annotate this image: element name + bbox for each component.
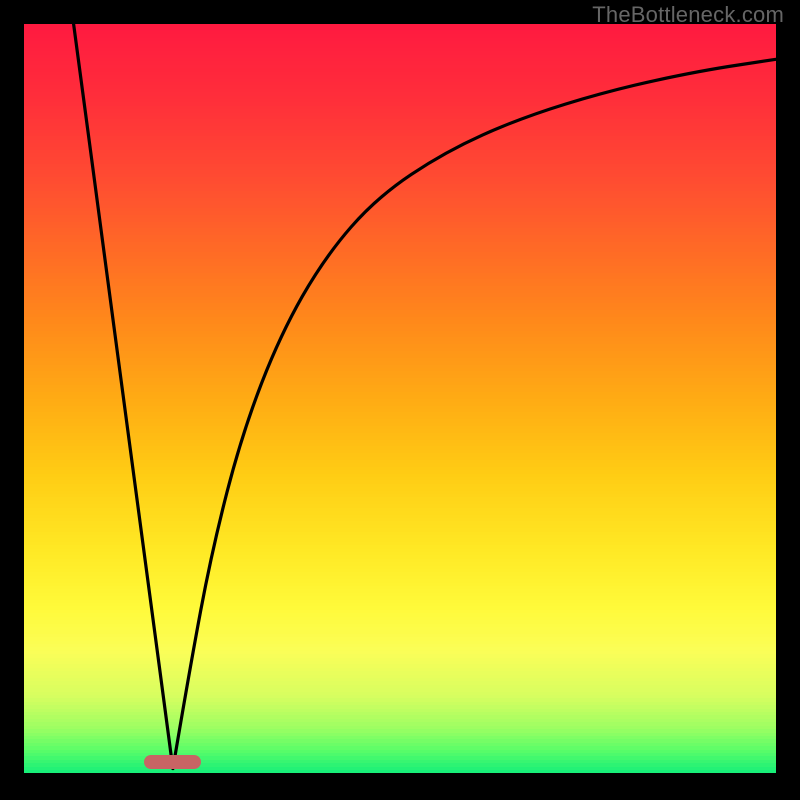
curve-left-leg bbox=[74, 24, 173, 769]
minimum-marker bbox=[144, 755, 201, 769]
curve-right-leg bbox=[173, 59, 776, 768]
chart-frame: TheBottleneck.com bbox=[0, 0, 800, 800]
plot-area bbox=[24, 24, 776, 776]
watermark-label: TheBottleneck.com bbox=[592, 2, 784, 28]
curve-layer bbox=[24, 24, 776, 776]
